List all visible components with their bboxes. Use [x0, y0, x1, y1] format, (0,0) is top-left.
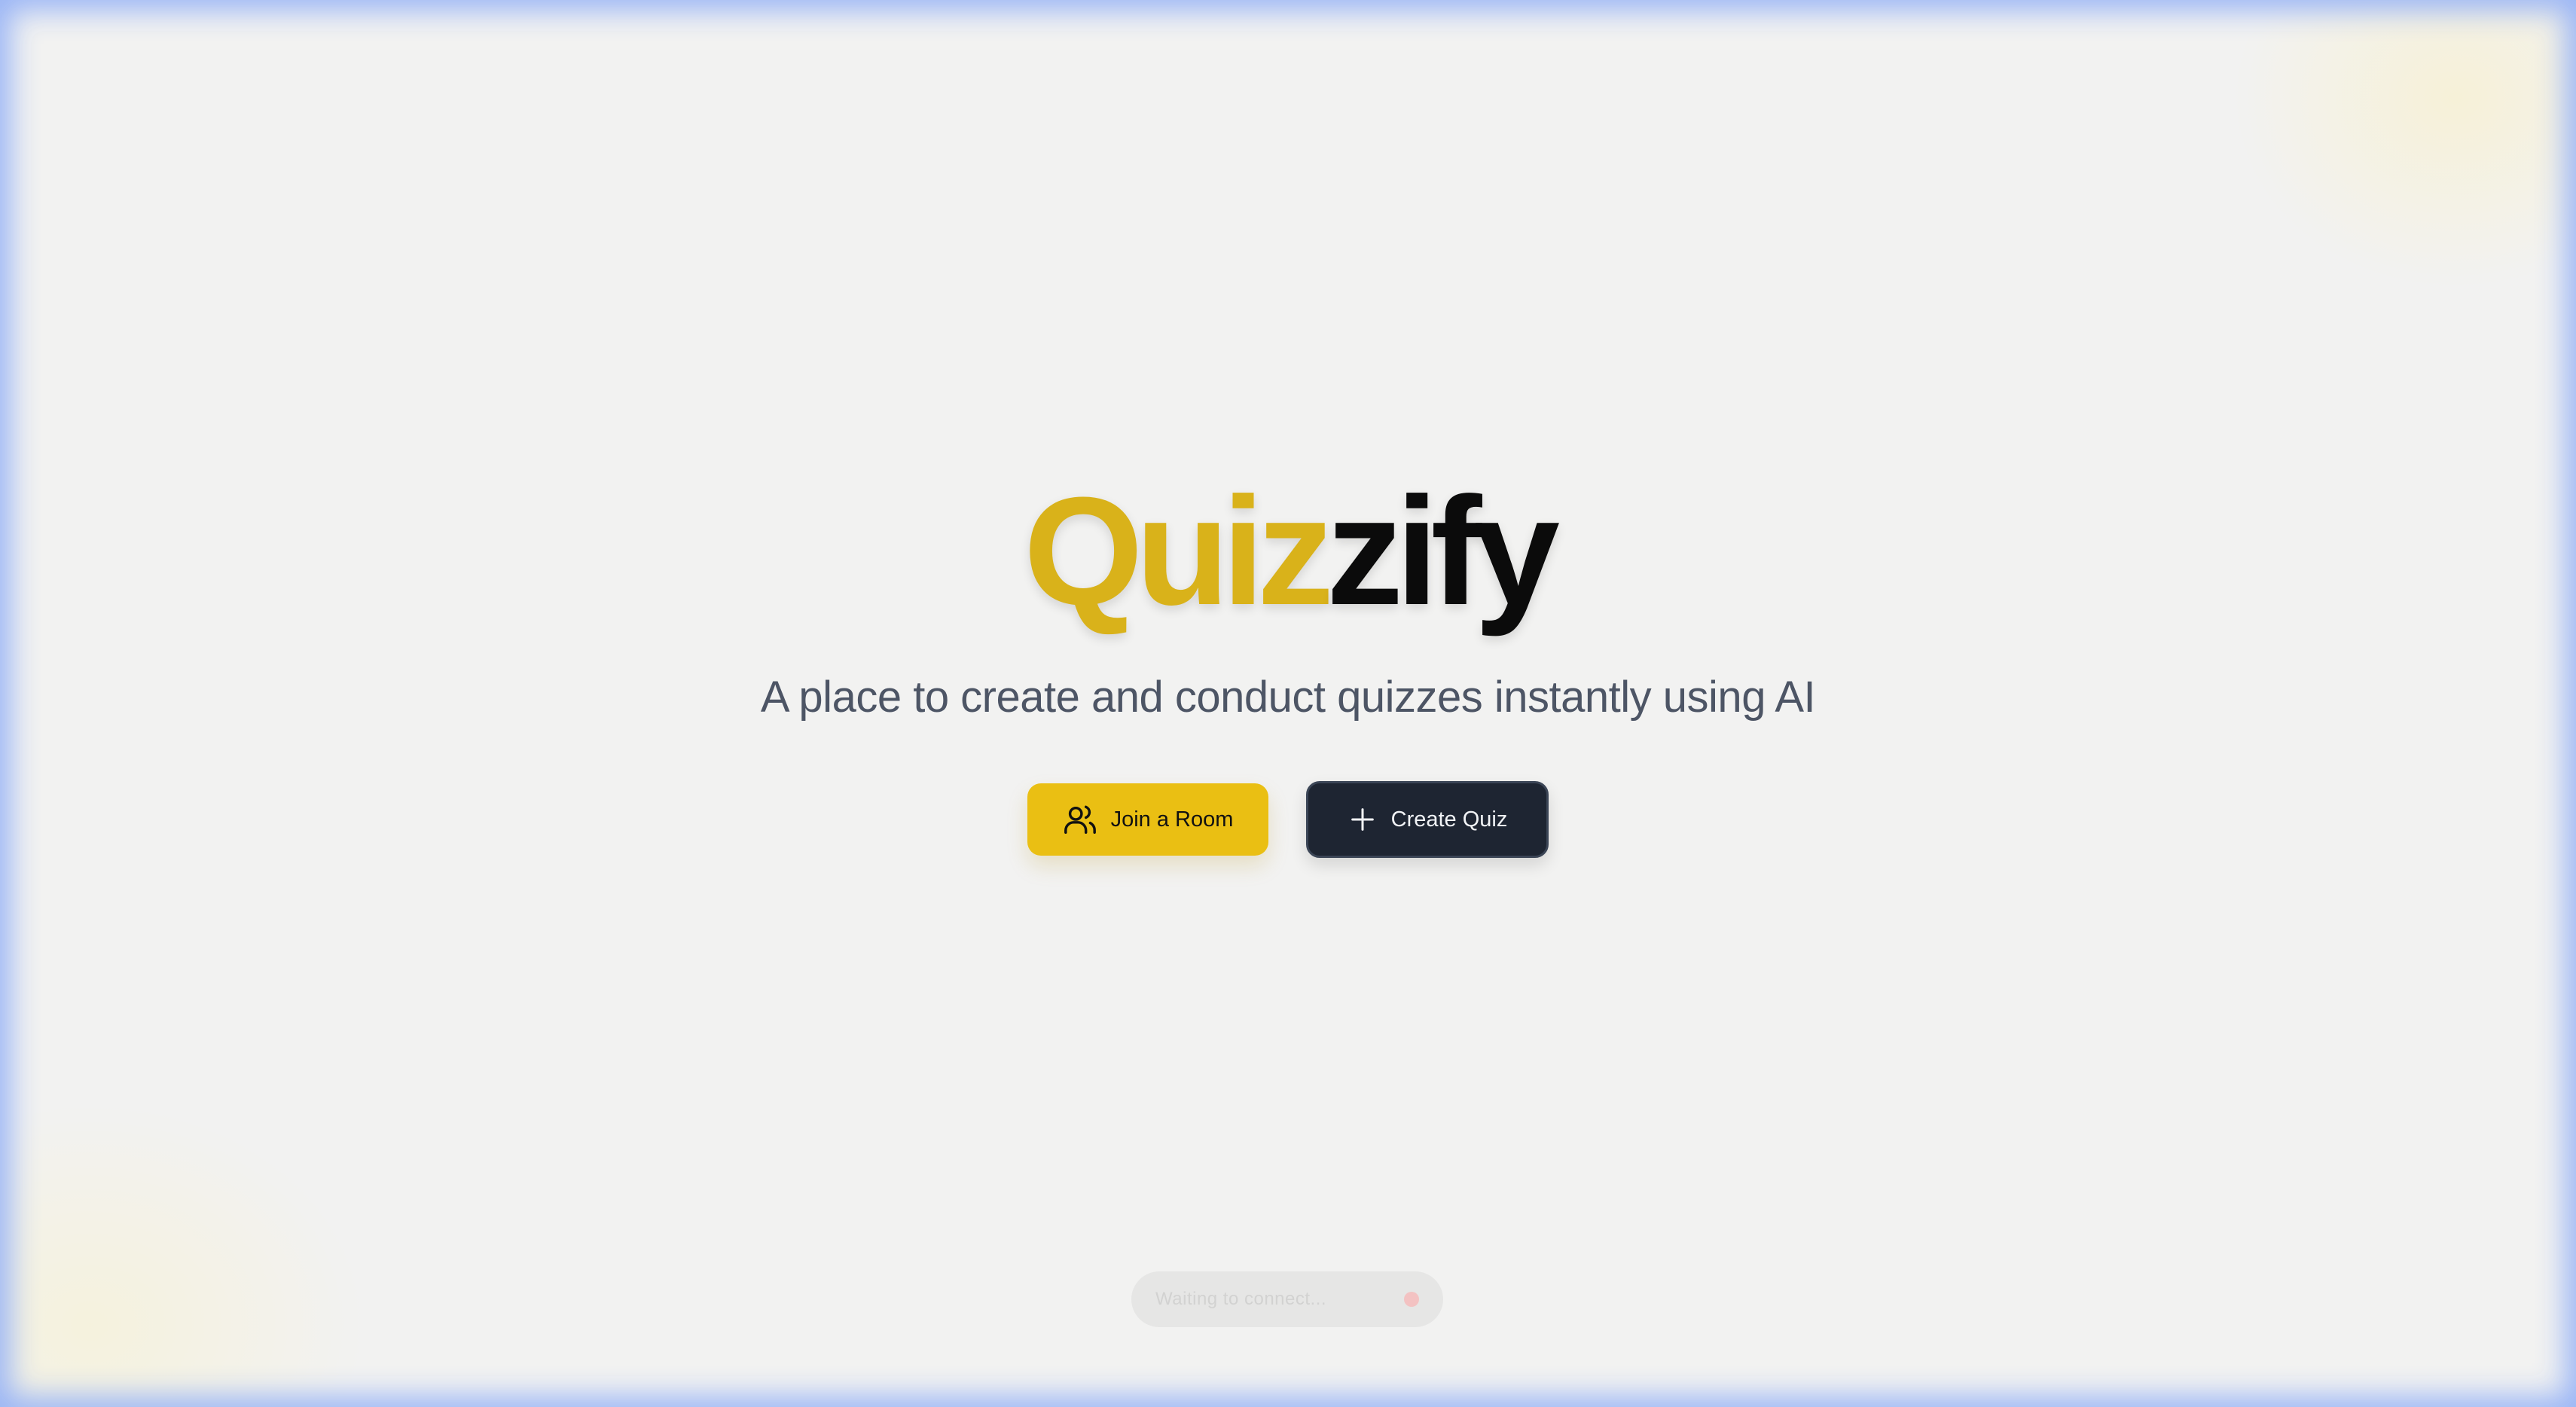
- logo-part-quiz: Quiz: [1023, 465, 1334, 637]
- create-quiz-label: Create Quiz: [1390, 807, 1508, 832]
- logo-part-zify: zify: [1326, 465, 1560, 637]
- create-quiz-button[interactable]: Create Quiz: [1306, 781, 1549, 858]
- users-icon: [1063, 802, 1097, 837]
- action-buttons: Join a Room Create Quiz: [1027, 781, 1549, 858]
- status-dot-icon: [1404, 1292, 1419, 1307]
- plus-icon: [1348, 804, 1378, 835]
- tagline: A place to create and conduct quizzes in…: [760, 673, 1816, 722]
- app-logo: Quizzify: [1024, 475, 1560, 628]
- toast-text: Waiting to connect...: [1155, 1289, 1327, 1309]
- join-room-button[interactable]: Join a Room: [1027, 783, 1268, 856]
- status-toast: Waiting to connect...: [1131, 1271, 1443, 1327]
- app-frame: Quizzify A place to create and conduct q…: [0, 0, 2576, 1407]
- join-room-label: Join a Room: [1110, 807, 1234, 832]
- hero-section: Quizzify A place to create and conduct q…: [0, 475, 2576, 858]
